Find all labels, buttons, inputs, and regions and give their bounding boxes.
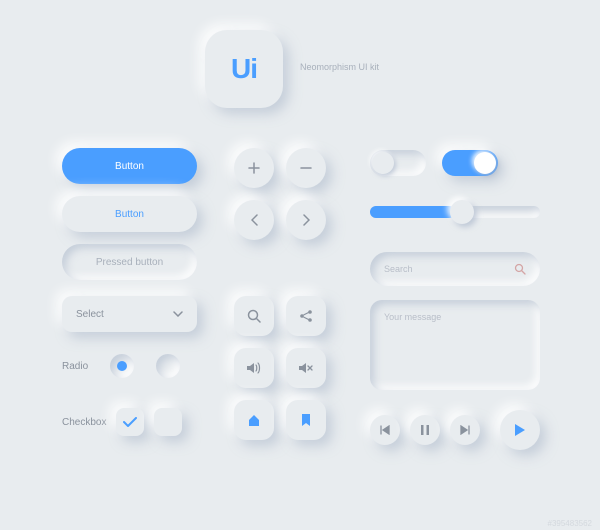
play-button[interactable] xyxy=(500,410,540,450)
search-button[interactable] xyxy=(234,296,274,336)
checkbox-checked[interactable] xyxy=(116,408,144,436)
slider[interactable] xyxy=(370,206,540,218)
plus-icon xyxy=(248,162,260,174)
pause-button[interactable] xyxy=(410,415,440,445)
logo-text: Ui xyxy=(231,53,257,85)
select-label: Select xyxy=(76,309,104,320)
mute-icon xyxy=(298,361,314,375)
radio-dot-icon xyxy=(117,361,127,371)
search-icon xyxy=(514,263,526,275)
volume-button[interactable] xyxy=(234,348,274,388)
search-icon xyxy=(247,309,261,323)
toggle-knob xyxy=(372,152,394,174)
search-placeholder: Search xyxy=(384,264,413,274)
secondary-button[interactable]: Button xyxy=(62,196,197,232)
primary-button-label: Button xyxy=(115,161,144,172)
message-placeholder: Your message xyxy=(384,312,441,322)
slider-fill xyxy=(370,206,455,218)
pressed-button[interactable]: Pressed button xyxy=(62,244,197,280)
logo-card: Ui xyxy=(205,30,283,108)
kit-subtitle: Neomorphism UI kit xyxy=(300,62,379,72)
pressed-button-label: Pressed button xyxy=(96,257,163,268)
chevron-down-icon xyxy=(173,311,183,317)
skip-back-icon xyxy=(380,425,390,435)
watermark: #395483562 xyxy=(548,519,593,528)
share-icon xyxy=(299,309,313,323)
skip-forward-button[interactable] xyxy=(450,415,480,445)
skip-forward-icon xyxy=(460,425,470,435)
home-button[interactable] xyxy=(234,400,274,440)
toggle-on[interactable] xyxy=(442,150,498,176)
toggle-off[interactable] xyxy=(370,150,426,176)
skip-back-button[interactable] xyxy=(370,415,400,445)
checkbox-unchecked[interactable] xyxy=(154,408,182,436)
home-icon xyxy=(247,413,261,427)
pause-icon xyxy=(421,425,429,435)
toggle-knob xyxy=(474,152,496,174)
next-button[interactable] xyxy=(286,200,326,240)
radio-option-2[interactable] xyxy=(156,354,180,378)
bookmark-button[interactable] xyxy=(286,400,326,440)
message-textarea[interactable]: Your message xyxy=(370,300,540,390)
minus-icon xyxy=(300,167,312,169)
play-icon xyxy=(514,423,526,437)
primary-button[interactable]: Button xyxy=(62,148,197,184)
bookmark-icon xyxy=(301,413,311,427)
share-button[interactable] xyxy=(286,296,326,336)
secondary-button-label: Button xyxy=(115,209,144,220)
mute-button[interactable] xyxy=(286,348,326,388)
chevron-right-icon xyxy=(303,214,310,226)
select-dropdown[interactable]: Select xyxy=(62,296,197,332)
chevron-left-icon xyxy=(251,214,258,226)
checkbox-label: Checkbox xyxy=(62,417,106,428)
radio-option-1[interactable] xyxy=(110,354,134,378)
prev-button[interactable] xyxy=(234,200,274,240)
check-icon xyxy=(123,417,137,427)
slider-knob[interactable] xyxy=(450,200,474,224)
plus-button[interactable] xyxy=(234,148,274,188)
volume-icon xyxy=(246,361,262,375)
search-input[interactable]: Search xyxy=(370,252,540,286)
radio-label: Radio xyxy=(62,361,88,372)
minus-button[interactable] xyxy=(286,148,326,188)
